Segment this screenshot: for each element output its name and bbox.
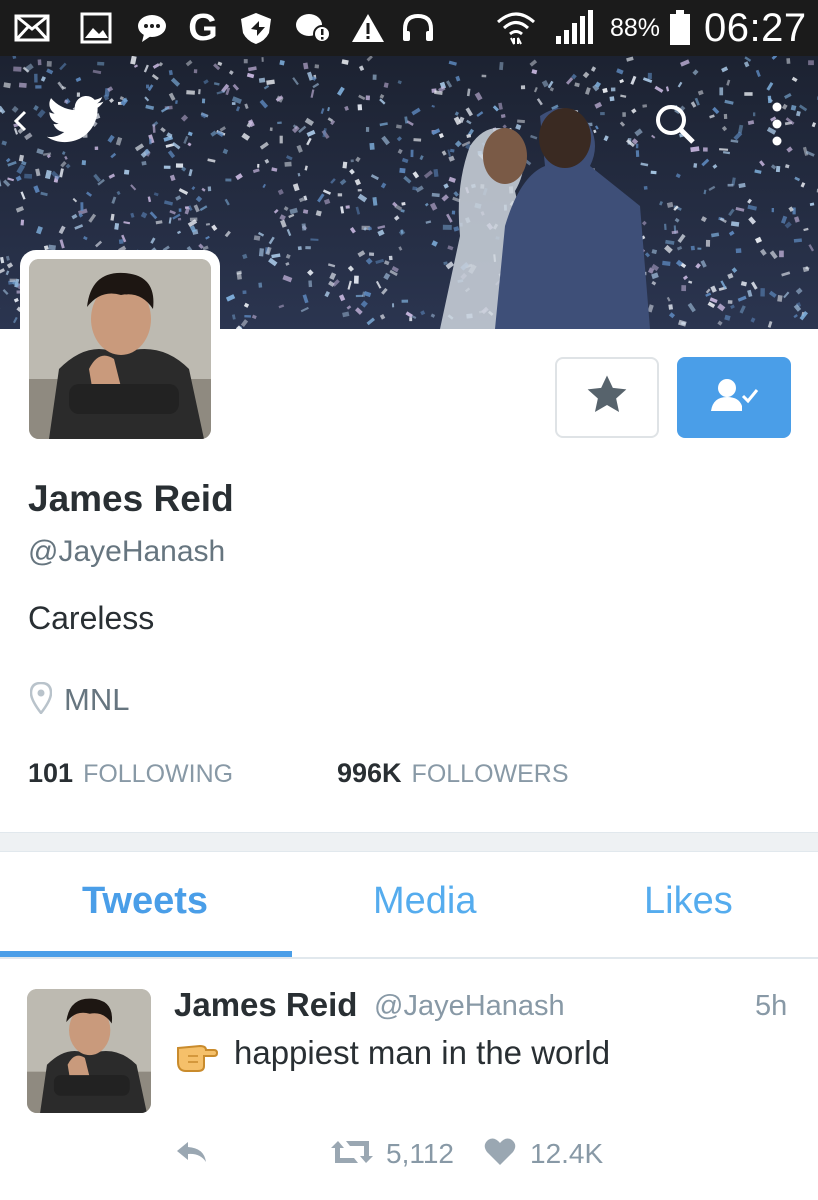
tab-divider: [0, 957, 818, 959]
gallery-icon: [76, 10, 116, 46]
tweet-avatar[interactable]: [27, 989, 151, 1113]
google-icon: G: [188, 6, 218, 49]
mail-icon: [12, 10, 52, 46]
tweet-text: happiest man in the world: [234, 1034, 611, 1071]
tweet-timestamp: 5h: [755, 990, 788, 1022]
followers-stat[interactable]: 996K FOLLOWERS: [337, 758, 569, 789]
battery-icon: [666, 10, 694, 46]
location-pin-icon: [29, 681, 53, 719]
like-button[interactable]: 12.4K: [484, 1134, 603, 1174]
favorite-notifications-button[interactable]: [555, 357, 659, 438]
like-count: 12.4K: [530, 1138, 604, 1169]
profile-bio: Careless: [28, 600, 155, 636]
more-vertical-icon[interactable]: [762, 96, 792, 152]
following-count: 101: [28, 758, 74, 788]
search-icon[interactable]: [650, 100, 700, 148]
headphones-icon: [398, 10, 438, 46]
tab-tweets[interactable]: Tweets: [82, 880, 208, 923]
back-icon[interactable]: [8, 106, 32, 136]
retweet-count: 5,112: [386, 1138, 454, 1169]
avatar: [29, 259, 211, 439]
retweet-icon: [330, 1138, 374, 1171]
heart-icon: [484, 1138, 516, 1171]
status-bar: G 88% 06:27: [0, 0, 818, 56]
tweet-author-handle[interactable]: @JayeHanash: [374, 990, 565, 1023]
messenger-icon: [292, 10, 334, 46]
following-button[interactable]: [677, 357, 791, 438]
shield-icon: [236, 10, 280, 46]
followers-count: 996K: [337, 758, 402, 788]
twitter-bird-icon[interactable]: [46, 94, 106, 146]
battery-percent: 88%: [610, 13, 661, 42]
profile-avatar[interactable]: [20, 250, 220, 448]
location-text: MNL: [64, 682, 130, 717]
signal-icon: [550, 10, 598, 46]
star-icon: [585, 374, 629, 421]
following-stat[interactable]: 101 FOLLOWING: [28, 758, 233, 789]
wifi-icon: [494, 10, 538, 46]
pointing-hand-emoji-icon: [174, 1034, 219, 1074]
profile-handle: @JayeHanash: [28, 535, 226, 568]
reply-icon: [174, 1138, 210, 1171]
warning-icon: [348, 10, 388, 46]
tweet-author-name[interactable]: James Reid: [174, 986, 357, 1024]
profile-location: MNL: [29, 680, 130, 720]
profile-name: James Reid: [28, 478, 234, 519]
retweet-button[interactable]: 5,112: [330, 1134, 454, 1174]
chat-bubble-icon: [134, 10, 170, 46]
following-label: FOLLOWING: [83, 760, 234, 788]
user-check-icon: [709, 378, 759, 417]
followers-label: FOLLOWERS: [411, 760, 569, 788]
reply-button[interactable]: [174, 1134, 210, 1174]
clock: 06:27: [704, 5, 807, 50]
tab-likes[interactable]: Likes: [644, 880, 733, 923]
section-divider: [0, 832, 818, 852]
tab-media[interactable]: Media: [373, 880, 477, 923]
